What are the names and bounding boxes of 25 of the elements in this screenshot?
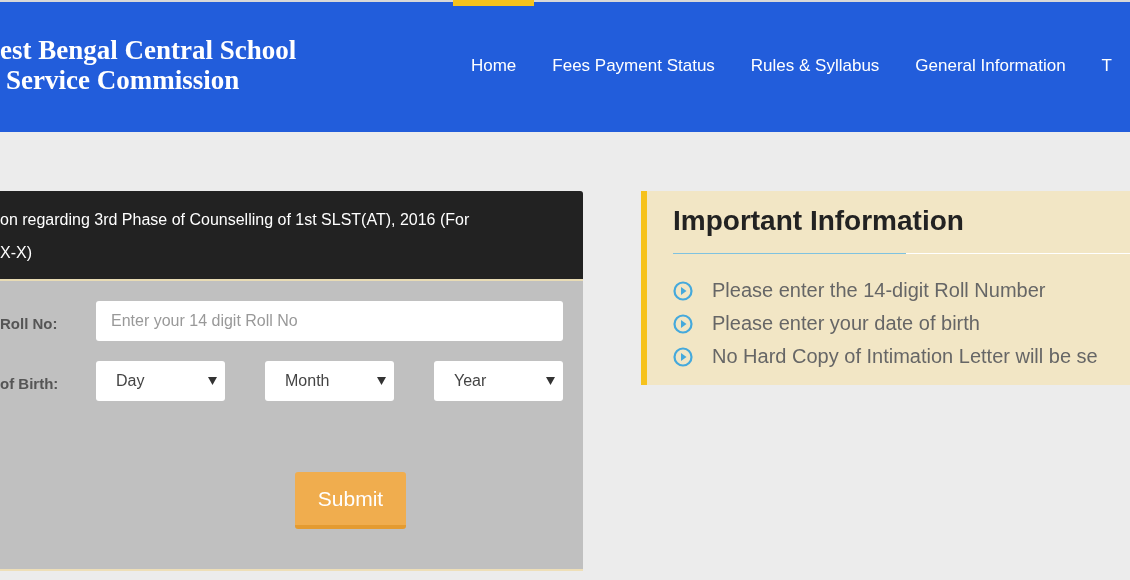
play-circle-icon <box>673 313 693 334</box>
dropdown[interactable]: Day <box>96 361 225 401</box>
field-label: Roll No: <box>0 313 59 332</box>
card-title: on regarding 3rd Phase of Counselling of 1st SLST(AT), 2016 (For <box>0 210 471 230</box>
dropdown[interactable]: Month <box>265 361 394 401</box>
info-text: Please enter the 14-digit Roll Number <box>712 279 1046 302</box>
site-title: est Bengal Central School <box>0 35 298 65</box>
field-label: of Birth: <box>0 373 60 392</box>
play-circle-icon <box>673 346 693 367</box>
roll-number-field[interactable]: Enter your 14 digit Roll No <box>96 301 563 341</box>
dropdown[interactable]: Year <box>434 361 563 401</box>
card-title: X-X) <box>0 243 33 263</box>
caret-icon <box>377 377 386 385</box>
info-text: No Hard Copy of Intimation Letter will be se <box>712 345 1098 368</box>
site-title: Service Commission <box>5 65 241 95</box>
info-heading: Important Information <box>673 204 965 237</box>
nav-link[interactable]: General Information <box>897 0 1084 130</box>
play-circle-icon <box>673 280 693 301</box>
info-text: Please enter your date of birth <box>712 312 980 335</box>
nav-link[interactable]: Rules & Syllabus <box>732 0 898 130</box>
nav-link[interactable]: T <box>1083 0 1130 130</box>
nav-link[interactable]: Fees Payment Status <box>534 0 733 130</box>
nav-link[interactable]: Home <box>452 0 535 130</box>
caret-icon <box>546 377 555 385</box>
caret-icon <box>208 377 217 385</box>
